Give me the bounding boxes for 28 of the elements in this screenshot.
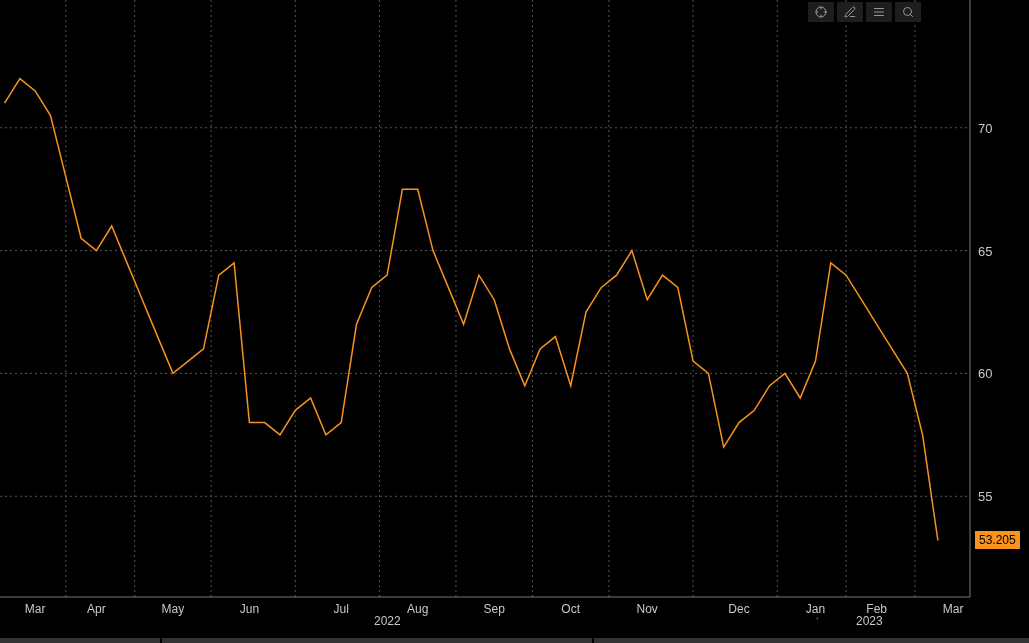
y-axis-label: 65: [978, 243, 993, 259]
x-axis-label: Jul: [333, 602, 349, 616]
search-icon: [902, 6, 914, 18]
x-axis-label: Jun: [239, 602, 260, 616]
toolbar-button[interactable]: [837, 2, 863, 22]
pen-icon: [844, 6, 856, 18]
y-axis-label: 60: [978, 366, 993, 382]
x-axis-label: Nov: [636, 602, 658, 616]
x-axis-label: May: [161, 602, 185, 616]
x-axis-label: Oct: [561, 602, 580, 616]
year-label: 2023: [856, 614, 883, 628]
toolbar-button[interactable]: [866, 2, 892, 22]
price-tag: 53.205: [975, 531, 1020, 550]
x-axis-label: Mar: [942, 602, 964, 616]
x-axis-label: Sep: [483, 602, 505, 616]
toolbar-button[interactable]: [808, 2, 834, 22]
y-axis-label: 70: [978, 120, 993, 136]
year-label: 2022: [374, 614, 401, 628]
x-axis-label: Dec: [728, 602, 750, 616]
x-axis-label: Mar: [24, 602, 46, 616]
crosshair-icon: [815, 6, 827, 18]
x-axis-label: Jan: [805, 602, 826, 616]
list-icon: [873, 6, 885, 18]
x-axis-label: Aug: [407, 602, 429, 616]
x-axis-label: Feb: [866, 602, 887, 616]
x-axis-label: Apr: [87, 602, 106, 616]
y-axis-label: 55: [978, 489, 993, 505]
toolbar-button[interactable]: [895, 2, 921, 22]
